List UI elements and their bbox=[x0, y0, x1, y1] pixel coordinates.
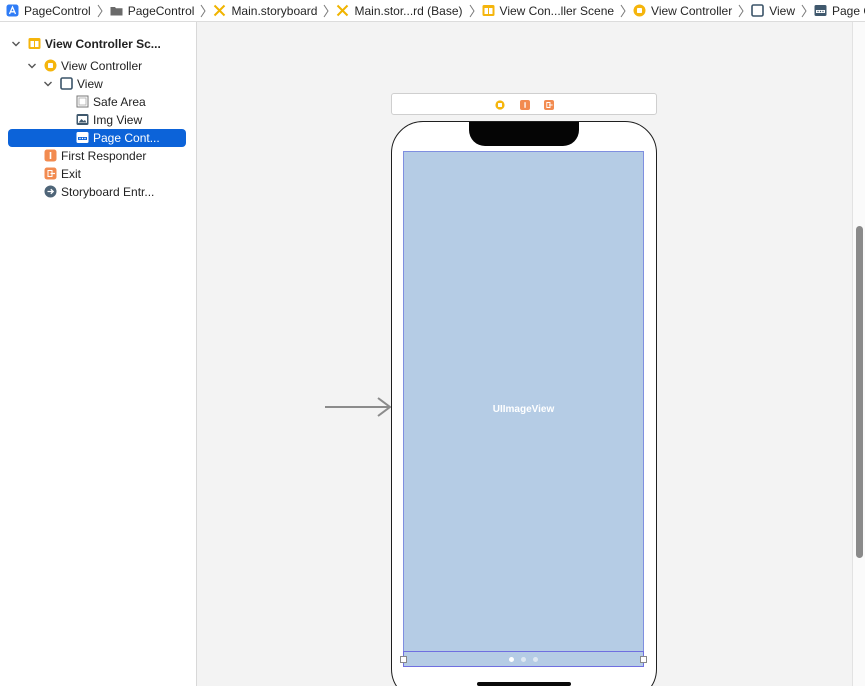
outline-label: Safe Area bbox=[93, 95, 146, 109]
breadcrumb-view-controller[interactable]: View Controller bbox=[627, 0, 745, 21]
view-controller-icon[interactable] bbox=[495, 100, 505, 110]
page-dot bbox=[533, 657, 538, 662]
breadcrumb-scene[interactable]: View Con...ller Scene bbox=[476, 0, 628, 21]
outline-label: Img View bbox=[93, 113, 143, 127]
home-indicator bbox=[477, 682, 571, 686]
resize-handle-right[interactable] bbox=[640, 656, 647, 663]
page-control-icon bbox=[76, 132, 89, 143]
scene-dock[interactable] bbox=[391, 93, 657, 115]
breadcrumb-label: View Con...ller Scene bbox=[499, 3, 615, 18]
storyboard-icon bbox=[214, 4, 226, 17]
vertical-scrollbar[interactable] bbox=[852, 22, 865, 686]
arrow-right-circle-icon bbox=[44, 185, 57, 198]
app-icon bbox=[6, 4, 19, 17]
outline-item-first-responder[interactable]: First Responder bbox=[0, 147, 196, 165]
outline-label: Page Cont... bbox=[93, 131, 160, 145]
breadcrumb-label: PageControl bbox=[127, 3, 195, 18]
device-notch bbox=[469, 122, 579, 146]
outline-label: Storyboard Entr... bbox=[61, 185, 155, 199]
exit-icon[interactable] bbox=[544, 100, 554, 110]
outline-item-page-control[interactable]: Page Cont... bbox=[8, 129, 186, 147]
outline-label: Exit bbox=[61, 167, 82, 181]
scene-icon bbox=[28, 38, 41, 49]
breadcrumb-label: Main.storyboard bbox=[231, 3, 318, 18]
chevron-down-icon[interactable] bbox=[43, 79, 53, 89]
outline-label: View Controller bbox=[61, 59, 143, 73]
breadcrumb-folder[interactable]: PageControl bbox=[104, 0, 208, 21]
chevron-right-icon bbox=[201, 4, 207, 17]
breadcrumb-storyboard-base[interactable]: Main.stor...rd (Base) bbox=[330, 0, 475, 21]
chevron-right-icon bbox=[469, 4, 475, 17]
breadcrumb-view[interactable]: View bbox=[745, 0, 808, 21]
view-icon bbox=[60, 77, 73, 90]
outline-item-view-controller[interactable]: View Controller bbox=[0, 57, 196, 75]
page-dot bbox=[521, 657, 526, 662]
breadcrumb-label: View Controller bbox=[651, 3, 733, 18]
jump-bar: PageControl PageControl Main.storyboard … bbox=[0, 0, 865, 22]
document-outline: View Controller Sc... View Controller Vi… bbox=[0, 22, 197, 686]
outline-item-exit[interactable]: Exit bbox=[0, 165, 196, 183]
outline-label: View bbox=[77, 77, 103, 91]
outline-item-img-view[interactable]: Img View bbox=[0, 111, 196, 129]
storyboard-icon bbox=[337, 4, 349, 17]
view-controller-icon bbox=[633, 4, 646, 17]
storyboard-entry-arrow[interactable] bbox=[323, 396, 393, 418]
view-controller-icon bbox=[44, 59, 57, 72]
exit-icon bbox=[44, 167, 57, 180]
breadcrumb-label: PageControl bbox=[24, 3, 91, 18]
outline-label: First Responder bbox=[61, 149, 147, 163]
breadcrumb-label: Main.stor...rd (Base) bbox=[354, 3, 463, 18]
chevron-right-icon bbox=[738, 4, 744, 17]
chevron-down-icon[interactable] bbox=[27, 61, 37, 71]
chevron-right-icon bbox=[620, 4, 626, 17]
page-control-icon bbox=[814, 5, 827, 16]
outline-item-storyboard-entry[interactable]: Storyboard Entr... bbox=[0, 183, 196, 201]
outline-label: View Controller Sc... bbox=[45, 37, 161, 51]
outline-item-safe-area[interactable]: Safe Area bbox=[0, 93, 196, 111]
breadcrumb-storyboard[interactable]: Main.storyboard bbox=[207, 0, 330, 21]
folder-icon bbox=[110, 7, 123, 16]
resize-handle-left[interactable] bbox=[400, 656, 407, 663]
first-responder-icon bbox=[44, 149, 57, 162]
chevron-right-icon bbox=[324, 4, 330, 17]
breadcrumb-label: View bbox=[769, 3, 795, 18]
outline-item-view[interactable]: View bbox=[0, 75, 196, 93]
first-responder-icon[interactable] bbox=[520, 100, 530, 110]
image-view-label: UIImageView bbox=[492, 404, 555, 415]
image-view-icon bbox=[76, 114, 89, 125]
chevron-down-icon[interactable] bbox=[11, 39, 21, 49]
chevron-right-icon bbox=[97, 4, 103, 17]
scrollbar-thumb[interactable] bbox=[856, 226, 863, 558]
breadcrumb-label: Page Control bbox=[832, 3, 865, 18]
outline-item-scene[interactable]: View Controller Sc... bbox=[0, 35, 196, 53]
scene-icon bbox=[482, 5, 495, 16]
breadcrumb-project[interactable]: PageControl bbox=[0, 0, 104, 21]
view-icon bbox=[751, 4, 765, 17]
safe-area-icon bbox=[76, 95, 89, 108]
breadcrumb-page-control[interactable]: Page Control bbox=[808, 0, 865, 21]
page-dot bbox=[509, 657, 514, 662]
chevron-right-icon bbox=[801, 4, 807, 17]
